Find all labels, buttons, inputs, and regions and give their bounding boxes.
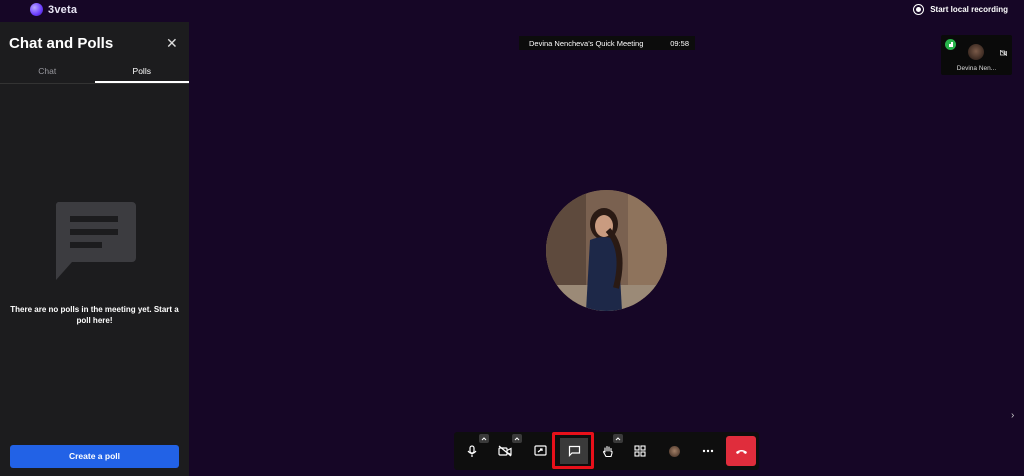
camera-options-icon[interactable] — [512, 434, 522, 443]
create-poll-button[interactable]: Create a poll — [10, 445, 179, 468]
panel-tabs: Chat Polls — [0, 62, 189, 84]
microphone-icon — [467, 444, 477, 457]
raise-hand-icon — [602, 445, 613, 457]
brand: 3veta — [30, 3, 77, 16]
camera-off-icon — [498, 445, 512, 457]
brand-logo-icon — [30, 3, 43, 16]
avatar — [968, 44, 984, 60]
hang-up-icon — [735, 449, 747, 454]
brand-name: 3veta — [48, 3, 78, 16]
meeting-toolbar — [454, 432, 759, 470]
empty-polls-message: There are no polls in the meeting yet. S… — [10, 305, 179, 325]
empty-chat-bubble-icon — [55, 202, 136, 280]
participants-button[interactable] — [660, 438, 688, 464]
top-bar: 3veta Start local recording — [0, 0, 1024, 22]
tab-chat[interactable]: Chat — [0, 62, 95, 83]
chat-polls-panel: Chat and Polls ✕ Chat Polls There are no… — [0, 22, 189, 476]
recording-label: Start local recording — [930, 5, 1008, 14]
reactions-options-icon[interactable] — [613, 434, 623, 443]
more-options-button[interactable] — [694, 438, 722, 464]
participant-name: Devina Nen... — [956, 65, 997, 72]
tab-polls[interactable]: Polls — [94, 62, 189, 83]
share-screen-button[interactable] — [526, 438, 554, 464]
avatar — [668, 445, 680, 457]
hang-up-button[interactable] — [726, 436, 756, 466]
meeting-timer: 09:58 — [670, 38, 689, 48]
meeting-info: Devina Nencheva's Quick Meeting 09:58 — [519, 36, 695, 50]
panel-title: Chat and Polls — [9, 35, 114, 52]
connection-signal-icon — [945, 39, 956, 50]
participant-thumbnail[interactable]: Devina Nen... — [941, 35, 1012, 75]
grid-view-button[interactable] — [626, 438, 654, 464]
main-participant-avatar — [546, 190, 667, 311]
meeting-title: Devina Nencheva's Quick Meeting — [529, 38, 644, 48]
chevron-right-icon[interactable]: › — [1011, 410, 1014, 421]
more-icon — [702, 449, 714, 453]
camera-off-icon — [1000, 50, 1007, 56]
grid-view-icon — [634, 445, 646, 457]
microphone-options-icon[interactable] — [479, 434, 489, 443]
start-recording-button[interactable]: Start local recording — [913, 4, 1008, 15]
chat-button-highlight — [552, 432, 594, 469]
close-icon[interactable]: ✕ — [166, 36, 178, 50]
record-icon — [913, 4, 925, 15]
share-screen-icon — [533, 445, 547, 456]
